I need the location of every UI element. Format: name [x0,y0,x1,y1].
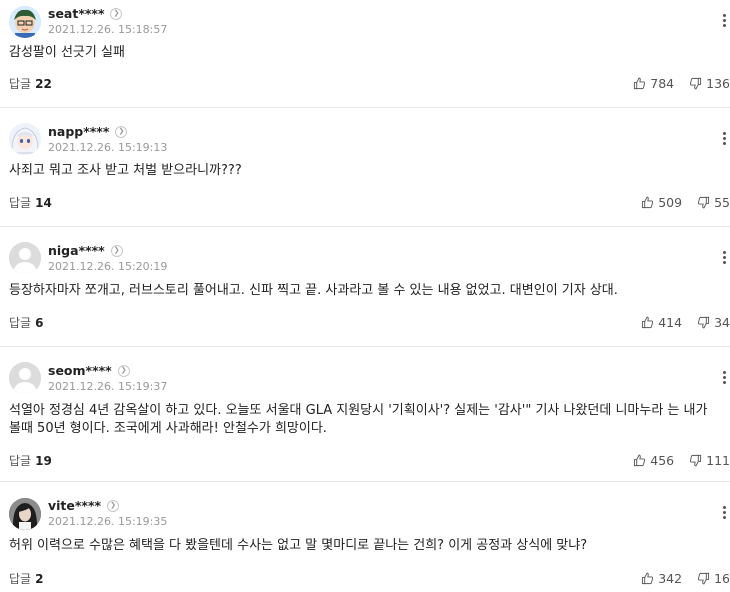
thumbs-down-icon [698,572,710,585]
dislike-button[interactable]: 16 [697,571,730,586]
default-avatar-icon [9,362,41,394]
photo-avatar-icon [9,498,41,530]
avatar[interactable] [9,6,41,38]
reply-count[interactable]: 6 [35,316,43,330]
dislike-button[interactable]: 111 [689,453,730,468]
comment-text: 허위 이력으로 수많은 혜택을 다 봤을텐데 수사는 없고 말 몇마디로 끝나는… [9,538,588,553]
reply-button[interactable]: 답글 [9,194,31,211]
default-avatar-icon [9,242,41,274]
dislike-count: 136 [706,76,730,91]
avatar[interactable] [9,123,41,155]
dislike-button[interactable]: 136 [689,76,730,91]
comment-item: seom**** ❯ 2021.12.26. 15:19:37 석열아 정경심 … [0,347,730,482]
reply-count[interactable]: 14 [35,196,52,210]
thumbs-up-icon [634,77,646,90]
comment-text: 석열아 정경심 4년 감옥살이 하고 있다. 오늘또 서울대 GLA 지원당시 … [9,403,708,436]
comment-meta: seat**** ❯ 2021.12.26. 15:18:57 [48,6,167,36]
reply-count[interactable]: 22 [35,77,52,91]
comment-text: 감성팔이 선긋기 실패 [9,45,125,60]
dislike-button[interactable]: 55 [697,195,730,210]
dislike-count: 55 [714,195,730,210]
reply-button[interactable]: 답글 [9,314,31,331]
more-options-icon[interactable] [720,506,728,519]
comment-list: seat**** ❯ 2021.12.26. 15:18:57 감성팔이 선긋기… [0,0,730,592]
avatar[interactable] [9,242,41,274]
more-options-icon[interactable] [720,371,728,384]
comment-item: seat**** ❯ 2021.12.26. 15:18:57 감성팔이 선긋기… [0,0,730,108]
comment-footer: 답글 14 509 55 [9,194,730,211]
like-button[interactable]: 784 [633,76,674,91]
thumbs-up-icon [642,572,654,585]
comment-item: napp**** ❯ 2021.12.26. 15:19:13 사죄고 뭐고 조… [0,108,730,227]
reply-button[interactable]: 답글 [9,452,31,469]
reply-button[interactable]: 답글 [9,570,31,587]
like-button[interactable]: 456 [633,453,674,468]
comment-meta: vite**** ❯ 2021.12.26. 15:19:35 [48,498,167,528]
like-button[interactable]: 342 [641,571,682,586]
nickname[interactable]: niga**** [48,243,105,258]
comment-footer: 답글 22 784 136 [9,75,730,92]
thumbs-down-icon [690,454,702,467]
chevron-right-icon[interactable]: ❯ [107,499,120,512]
like-count: 784 [650,76,675,91]
chevron-right-icon[interactable]: ❯ [110,244,123,257]
comment-date: 2021.12.26. 15:18:57 [48,23,168,36]
comment-meta: napp**** ❯ 2021.12.26. 15:19:13 [48,124,167,154]
comment-date: 2021.12.26. 15:19:37 [48,380,168,393]
nickname[interactable]: napp**** [48,124,109,139]
comment-meta: seom**** ❯ 2021.12.26. 15:19:37 [48,363,167,393]
comment-item: vite**** ❯ 2021.12.26. 15:19:35 허위 이력으로 … [0,482,730,592]
thumbs-down-icon [698,316,710,329]
chevron-right-icon[interactable]: ❯ [117,364,130,377]
nickname[interactable]: vite**** [48,498,101,513]
comment-item: niga**** ❯ 2021.12.26. 15:20:19 등장하자마자 쪼… [0,227,730,347]
avatar[interactable] [9,362,41,394]
comment-footer: 답글 19 456 111 [9,452,730,469]
like-count: 342 [658,571,683,586]
nickname[interactable]: seat**** [48,6,104,21]
thumbs-up-icon [642,196,654,209]
cartoon-avatar-icon [9,6,41,38]
thumbs-down-icon [690,77,702,90]
comment-text: 등장하자마자 쪼개고, 러브스토리 풀어내고. 신파 찍고 끝. 사과라고 볼 … [9,283,618,298]
like-button[interactable]: 509 [641,195,682,210]
more-options-icon[interactable] [720,251,728,264]
nickname[interactable]: seom**** [48,363,112,378]
reply-count[interactable]: 2 [35,572,43,586]
thumbs-up-icon [634,454,646,467]
dislike-count: 16 [714,571,730,586]
comment-date: 2021.12.26. 15:19:13 [48,141,168,154]
avatar[interactable] [9,498,41,530]
chevron-right-icon[interactable]: ❯ [115,125,128,138]
more-options-icon[interactable] [720,132,728,145]
thumbs-down-icon [698,196,710,209]
comment-footer: 답글 2 342 16 [9,570,730,587]
like-count: 414 [658,315,683,330]
like-count: 456 [650,453,675,468]
comment-text: 사죄고 뭐고 조사 받고 처벌 받으라니까??? [9,163,242,178]
chevron-right-icon[interactable]: ❯ [110,7,123,20]
comment-meta: niga**** ❯ 2021.12.26. 15:20:19 [48,243,167,273]
dislike-count: 34 [714,315,730,330]
reply-button[interactable]: 답글 [9,75,31,92]
dislike-count: 111 [706,453,730,468]
comment-date: 2021.12.26. 15:19:35 [48,515,168,528]
more-options-icon[interactable] [720,14,728,27]
like-count: 509 [658,195,683,210]
comment-date: 2021.12.26. 15:20:19 [48,260,168,273]
thumbs-up-icon [642,316,654,329]
like-button[interactable]: 414 [641,315,682,330]
reply-count[interactable]: 19 [35,454,52,468]
comment-footer: 답글 6 414 34 [9,314,730,331]
dislike-button[interactable]: 34 [697,315,730,330]
anime-avatar-icon [9,123,41,155]
